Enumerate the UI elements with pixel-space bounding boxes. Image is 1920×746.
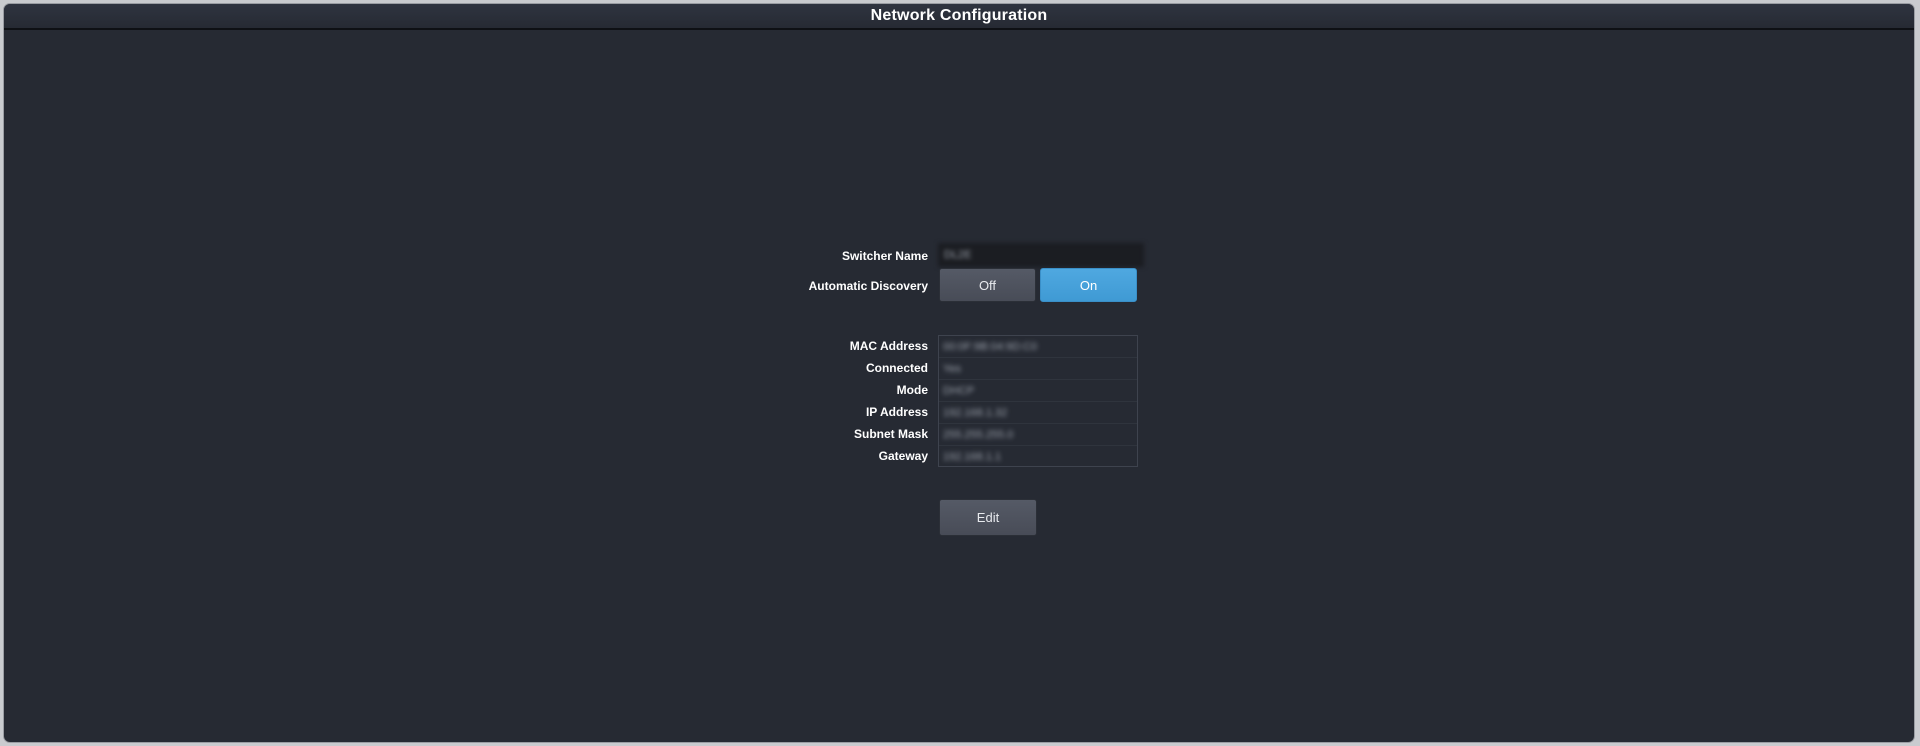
mac-address-label: MAC Address xyxy=(849,339,928,353)
connected-label: Connected xyxy=(865,361,928,375)
switcher-name-field[interactable]: DL2E xyxy=(938,243,1144,267)
network-config-panel: Switcher Name DL2E Automatic Discovery O… xyxy=(4,30,1914,742)
edit-button[interactable]: Edit xyxy=(939,499,1037,536)
ip-address-value: 192.168.1.32 xyxy=(939,402,1137,424)
subnet-mask-value: 255.255.255.0 xyxy=(939,424,1137,446)
mode-label: Mode xyxy=(896,383,928,397)
network-configuration-window: Network Configuration Switcher Name DL2E… xyxy=(4,4,1914,742)
auto-discovery-on-button[interactable]: On xyxy=(1040,268,1137,302)
subnet-mask-label: Subnet Mask xyxy=(853,427,928,441)
gateway-value: 192.168.1.1 xyxy=(943,451,1002,463)
connected-value: Yes xyxy=(939,358,1137,380)
title-bar: Network Configuration xyxy=(4,4,1914,30)
gateway-label: Gateway xyxy=(878,449,928,463)
network-info-box: 00:0F:9B:04:9D:C0 Yes DHCP 192.168.1.32 … xyxy=(938,335,1138,467)
automatic-discovery-label: Automatic Discovery xyxy=(808,279,928,293)
ip-address-label: IP Address xyxy=(865,405,928,419)
window-title: Network Configuration xyxy=(870,7,1048,24)
mac-address-value: 00:0F:9B:04:9D:C0 xyxy=(939,336,1137,358)
auto-discovery-off-button[interactable]: Off xyxy=(939,268,1036,302)
switcher-name-label: Switcher Name xyxy=(841,249,928,263)
mode-value: DHCP xyxy=(939,380,1137,402)
